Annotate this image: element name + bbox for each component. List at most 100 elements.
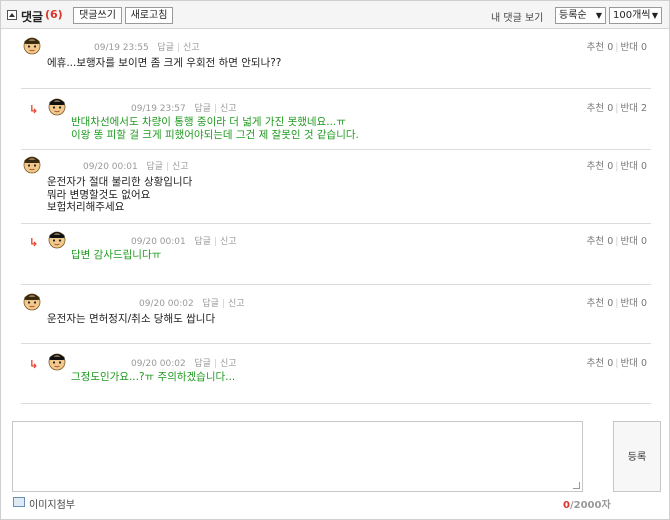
separator: | — [165, 162, 169, 172]
per-page-select-value: 100개씩 — [613, 10, 651, 21]
write-comment-button[interactable]: 댓글쓰기 — [73, 7, 122, 24]
report-link[interactable]: 신고 — [183, 43, 200, 53]
reply-link[interactable]: 답글 — [194, 104, 211, 114]
comment-text: 보험처리해주세요 — [47, 201, 125, 213]
vote-counts: 추천 0 | 반대 2 — [587, 100, 647, 114]
reply-link[interactable]: 답글 — [146, 162, 163, 172]
oppose-label[interactable]: 반대 — [620, 298, 637, 309]
separator: | — [221, 299, 225, 309]
reply-link[interactable]: 답글 — [202, 299, 219, 309]
comment-meta: 09/19 23:57 답글 | 신고 — [131, 101, 237, 114]
order-select[interactable]: 등록순 ▼ — [555, 7, 606, 24]
my-comments-link[interactable]: 내 댓글 보기 — [491, 9, 543, 24]
oppose-label[interactable]: 반대 — [620, 236, 637, 247]
reply-link[interactable]: 답글 — [157, 43, 174, 53]
comment-meta: 09/19 23:55 답글 | 신고 — [94, 40, 200, 53]
recommend-label[interactable]: 추천 — [587, 42, 604, 53]
comment-input[interactable] — [12, 421, 583, 492]
avatar[interactable] — [22, 291, 42, 311]
oppose-label[interactable]: 반대 — [620, 103, 637, 114]
recommend-label[interactable]: 추천 — [587, 236, 604, 247]
vote-counts: 추천 0 | 반대 0 — [587, 295, 647, 309]
comment-time: 09/20 00:02 — [131, 359, 186, 369]
comment-text: 뭐라 변명할것도 없어요 — [47, 188, 151, 201]
report-link[interactable]: 신고 — [228, 299, 245, 309]
reply-arrow-icon: ↳ — [29, 236, 39, 249]
comment-divider — [21, 223, 651, 224]
vote-counts: 추천 0 | 반대 0 — [587, 355, 647, 369]
comment-count: (6) — [45, 8, 63, 21]
char-count: 0 — [563, 500, 570, 511]
image-icon[interactable] — [13, 497, 25, 507]
comment-time: 09/20 00:01 — [131, 237, 186, 247]
reply-link[interactable]: 답글 — [194, 237, 211, 247]
avatar[interactable] — [47, 351, 67, 371]
comment-time: 09/20 00:01 — [83, 162, 138, 172]
oppose-label[interactable]: 반대 — [620, 358, 637, 369]
comment-divider — [21, 284, 651, 285]
comment-time: 09/20 00:02 — [139, 299, 194, 309]
per-page-select[interactable]: 100개씩 ▼ — [609, 7, 662, 24]
comment-meta: 09/20 00:02 답글 | 신고 — [139, 296, 245, 309]
oppose-count: 0 — [640, 358, 647, 369]
recommend-label[interactable]: 추천 — [587, 298, 604, 309]
oppose-count: 2 — [640, 103, 647, 114]
dropdown-arrow-icon: ▼ — [595, 11, 602, 20]
comment-text: 에휴...보행자를 보이면 좀 크게 우회전 하면 안되나?? — [47, 57, 282, 69]
submit-button[interactable]: 등록 — [613, 421, 661, 492]
char-counter: 0/2000자 — [563, 496, 611, 511]
comment-text: 반대차선에서도 차량이 통행 중이라 더 넓게 가진 못했네요...ㅠ — [71, 116, 346, 128]
comment-header: 댓글 (6) 댓글쓰기 새로고침 내 댓글 보기 등록순 ▼ 100개씩 ▼ — [1, 1, 669, 29]
recommend-label[interactable]: 추천 — [587, 161, 604, 172]
oppose-count: 0 — [640, 161, 647, 172]
comment-time: 09/19 23:55 — [94, 43, 149, 53]
vote-counts: 추천 0 | 반대 0 — [587, 39, 647, 53]
report-link[interactable]: 신고 — [220, 359, 237, 369]
order-select-value: 등록순 — [559, 10, 587, 21]
separator: | — [213, 104, 217, 114]
reply-arrow-icon: ↳ — [29, 103, 39, 116]
comment-text: 운전자는 면허정지/취소 당해도 쌉니다 — [47, 313, 216, 325]
comment-time: 09/19 23:57 — [131, 104, 186, 114]
comment-text: 이왕 똥 피할 걸 크게 피했어야되는데 그건 제 잘못인 것 같습니다. — [71, 128, 359, 141]
comment-divider — [21, 343, 651, 344]
oppose-count: 0 — [640, 42, 647, 53]
comment-divider — [21, 149, 651, 150]
comment-text: 그정도인가요...?ㅠ 주의하겠습니다... — [71, 371, 236, 383]
reply-link[interactable]: 답글 — [194, 359, 211, 369]
comment-meta: 09/20 00:02 답글 | 신고 — [131, 356, 237, 369]
collapse-toggle-icon[interactable] — [7, 10, 17, 20]
oppose-count: 0 — [640, 298, 647, 309]
avatar[interactable] — [47, 229, 67, 249]
comment-meta: 09/20 00:01 답글 | 신고 — [131, 234, 237, 247]
oppose-count: 0 — [640, 236, 647, 247]
resize-handle-icon[interactable] — [573, 482, 580, 489]
comment-divider — [21, 88, 651, 89]
recommend-label[interactable]: 추천 — [587, 358, 604, 369]
separator: | — [176, 43, 180, 53]
avatar[interactable] — [47, 96, 67, 116]
recommend-label[interactable]: 추천 — [587, 103, 604, 114]
dropdown-arrow-icon: ▼ — [651, 11, 658, 20]
vote-counts: 추천 0 | 반대 0 — [587, 233, 647, 247]
report-link[interactable]: 신고 — [220, 104, 237, 114]
image-attach-link[interactable]: 이미지첨부 — [29, 496, 75, 511]
oppose-label[interactable]: 반대 — [620, 161, 637, 172]
separator: | — [213, 237, 217, 247]
report-link[interactable]: 신고 — [172, 162, 189, 172]
comment-text: 답변 감사드립니다ㅠ — [71, 249, 162, 261]
avatar[interactable] — [22, 154, 42, 174]
char-max: /2000자 — [569, 500, 611, 511]
reply-arrow-icon: ↳ — [29, 358, 39, 371]
comment-panel: 댓글 (6) 댓글쓰기 새로고침 내 댓글 보기 등록순 ▼ 100개씩 ▼ 0… — [0, 0, 670, 520]
comment-meta: 09/20 00:01 답글 | 신고 — [83, 159, 189, 172]
comment-text: 운전자가 절대 불리한 상황입니다 — [47, 176, 193, 188]
oppose-label[interactable]: 반대 — [620, 42, 637, 53]
vote-counts: 추천 0 | 반대 0 — [587, 158, 647, 172]
report-link[interactable]: 신고 — [220, 237, 237, 247]
comment-title: 댓글 — [21, 10, 44, 24]
refresh-button[interactable]: 새로고침 — [125, 7, 173, 24]
avatar[interactable] — [22, 35, 42, 55]
comment-divider — [21, 403, 651, 404]
separator: | — [213, 359, 217, 369]
